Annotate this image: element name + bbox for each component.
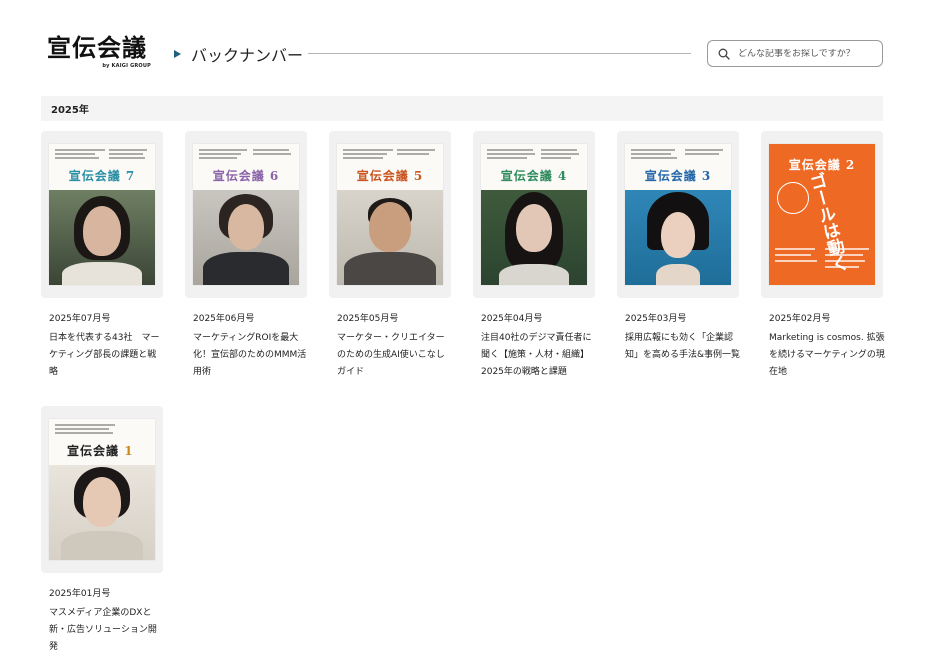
cover-image[interactable]: 宣伝会議 6 (193, 144, 299, 285)
cover-number: 2 (845, 158, 856, 172)
search-box[interactable] (707, 40, 883, 67)
cover-frame[interactable]: 宣伝会議 1 (41, 406, 163, 573)
issue-card[interactable]: 宣伝会議 1 2025年01月号 マスメディア企業のDXと新・広告ソリューション… (41, 406, 163, 652)
cover-image[interactable]: 宣伝会議 2 ゴールは動く (769, 144, 875, 285)
logo-title: 宣伝会議 (47, 33, 147, 62)
issue-card[interactable]: 宣伝会議 6 2025年06月号 マーケティングROIを最大化！宣伝部のためのM… (185, 131, 307, 377)
issue-card[interactable]: 宣伝会議 5 2025年05月号 マーケター・クリエイターのための生成AI使いこ… (329, 131, 451, 377)
issue-date[interactable]: 2025年07月号 (49, 311, 110, 324)
triangle-right-icon (174, 50, 181, 58)
cover-masthead: 宣伝会議 (212, 169, 265, 183)
issue-description[interactable]: 注目40社のデジマ責任者に聞く【施策・人材・組織】2025年の戦略と課題 (481, 330, 597, 381)
issue-card[interactable]: 宣伝会議 3 2025年03月号 採用広報にも効く「企業認知」を高める手法&事例… (617, 131, 740, 360)
cover-number: 3 (701, 169, 712, 183)
cover-image[interactable]: 宣伝会議 4 (481, 144, 587, 285)
logo-subtitle: by KAIGI GROUP (102, 63, 151, 69)
cover-number: 1 (124, 444, 134, 458)
year-label: 2025年 (51, 105, 89, 116)
section-title: バックナンバー (191, 46, 304, 65)
issue-description[interactable]: 採用広報にも効く「企業認知」を高める手法&事例一覧 (625, 330, 741, 364)
cover-masthead: 宣伝会議 (644, 169, 697, 183)
heading-divider (308, 53, 691, 54)
issue-card[interactable]: 宣伝会議 4 2025年04月号 注目40社のデジマ責任者に聞く【施策・人材・組… (473, 131, 595, 377)
cover-image[interactable]: 宣伝会議 7 (49, 144, 155, 285)
issue-date[interactable]: 2025年04月号 (481, 311, 542, 324)
cover-masthead: 宣伝会議 (68, 169, 121, 183)
cover-image[interactable]: 宣伝会議 3 (625, 144, 731, 285)
issue-description[interactable]: マスメディア企業のDXと新・広告ソリューション開発 (49, 605, 165, 656)
section-heading: バックナンバー (174, 43, 303, 65)
cover-frame[interactable]: 宣伝会議 3 (617, 131, 739, 298)
cover-image[interactable]: 宣伝会議 5 (337, 144, 443, 285)
issue-description[interactable]: 日本を代表する43社 マーケティング部長の課題と戦略 (49, 330, 165, 381)
site-logo[interactable]: 宣伝会議 by KAIGI GROUP (47, 33, 151, 69)
cover-masthead: 宣伝会議 (500, 169, 553, 183)
search-input[interactable] (738, 48, 878, 59)
cover-frame[interactable]: 宣伝会議 6 (185, 131, 307, 298)
search-icon (718, 48, 730, 60)
anniversary-badge (777, 182, 809, 214)
issue-date[interactable]: 2025年02月号 (769, 311, 830, 324)
cover-masthead: 宣伝会議 (356, 169, 409, 183)
cover-number: 6 (269, 169, 280, 183)
cover-frame[interactable]: 宣伝会議 4 (473, 131, 595, 298)
cover-number: 4 (557, 169, 568, 183)
issue-card[interactable]: 宣伝会議 2 ゴールは動く 2025年02月号 Marketing is cos… (761, 131, 885, 377)
issue-description[interactable]: マーケティングROIを最大化！宣伝部のためのMMM活用術 (193, 330, 309, 381)
cover-masthead: 宣伝会議 (788, 158, 841, 172)
cover-masthead: 宣伝会議 (67, 444, 120, 458)
issue-description[interactable]: マーケター・クリエイターのための生成AI使いこなしガイド (337, 330, 453, 381)
issue-date[interactable]: 2025年01月号 (49, 586, 110, 599)
cover-frame[interactable]: 宣伝会議 2 ゴールは動く (761, 131, 883, 298)
issue-date[interactable]: 2025年05月号 (337, 311, 398, 324)
cover-number: 5 (413, 169, 424, 183)
cover-number: 7 (125, 169, 136, 183)
cover-image[interactable]: 宣伝会議 1 (49, 419, 155, 560)
issue-date[interactable]: 2025年06月号 (193, 311, 254, 324)
year-header: 2025年 (41, 96, 883, 121)
issue-card[interactable]: 宣伝会議 7 2025年07月号 日本を代表する43社 マーケティング部長の課題… (41, 131, 163, 377)
issue-date[interactable]: 2025年03月号 (625, 311, 686, 324)
cover-frame[interactable]: 宣伝会議 5 (329, 131, 451, 298)
issue-description[interactable]: Marketing is cosmos. 拡張を続けるマーケティングの現在地 (769, 330, 885, 381)
cover-frame[interactable]: 宣伝会議 7 (41, 131, 163, 298)
